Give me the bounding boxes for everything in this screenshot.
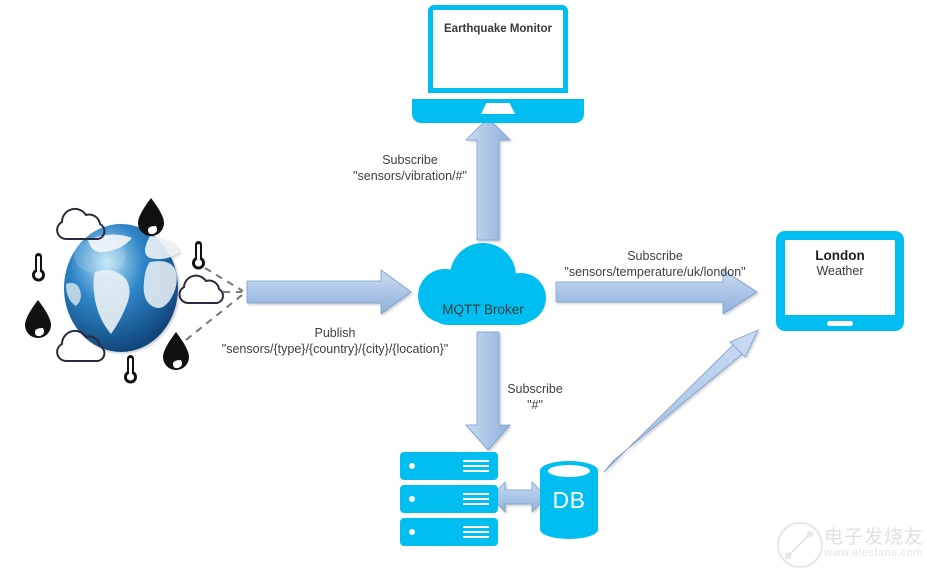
site-watermark: 电子发烧友 www.elecfans.com (778, 516, 924, 574)
db-tablet-arrow (603, 329, 759, 473)
mqtt-broker-label: MQTT Broker (442, 302, 524, 317)
water-droplet-icon (138, 198, 164, 236)
diagram-canvas: Earthquake Monitor MQTT Broker London We… (0, 0, 927, 579)
thermometer-icon (192, 241, 205, 270)
subscribe-temperature-label: Subscribe "sensors/temperature/uk/london… (564, 249, 746, 279)
weather-city-label: London (815, 248, 865, 263)
server-blade[interactable] (400, 452, 498, 480)
watermark-url: www.elecfans.com (824, 547, 924, 559)
publish-label: Publish "sensors/{type}/{country}/{city}… (221, 326, 449, 356)
subscribe-all-label: Subscribe "#" (507, 382, 563, 412)
watermark-text: 电子发烧友 (824, 526, 925, 548)
db-label: DB (552, 487, 586, 513)
water-droplet-icon (163, 332, 189, 370)
london-weather-tablet[interactable]: London Weather (776, 231, 904, 331)
laptop-screen: Earthquake Monitor (428, 5, 568, 93)
laptop-title: Earthquake Monitor (444, 23, 552, 35)
subscribe-vibration-label: Subscribe "sensors/vibration/#" (353, 153, 467, 183)
server-status-led (409, 496, 415, 502)
server-blade[interactable] (400, 518, 498, 546)
server-status-led (409, 529, 415, 535)
publish-arrow (246, 269, 412, 315)
laptop-trackpad-notch (481, 103, 515, 114)
earthquake-monitor-laptop[interactable]: Earthquake Monitor (412, 5, 584, 123)
database-node[interactable]: DB (540, 461, 598, 539)
water-droplet-icon (25, 300, 51, 338)
db-cylinder-top-highlight (548, 465, 590, 477)
weather-subtitle-label: Weather (816, 264, 864, 278)
db-cylinder-bottom (540, 520, 598, 539)
server-vent-lines (463, 526, 489, 538)
tablet-body: London Weather (776, 231, 904, 331)
cloud-outline-icon (178, 274, 225, 304)
mqtt-broker-node[interactable]: MQTT Broker (418, 243, 548, 329)
server-blade[interactable] (400, 485, 498, 513)
thermometer-icon (124, 355, 137, 384)
tablet-screen: London Weather (785, 240, 895, 315)
server-status-led (409, 463, 415, 469)
server-vent-lines (463, 493, 489, 505)
server-rack[interactable] (400, 452, 500, 552)
tablet-home-indicator[interactable] (827, 321, 853, 326)
server-vent-lines (463, 460, 489, 472)
laptop-base (412, 99, 584, 123)
thermometer-icon (32, 253, 45, 282)
